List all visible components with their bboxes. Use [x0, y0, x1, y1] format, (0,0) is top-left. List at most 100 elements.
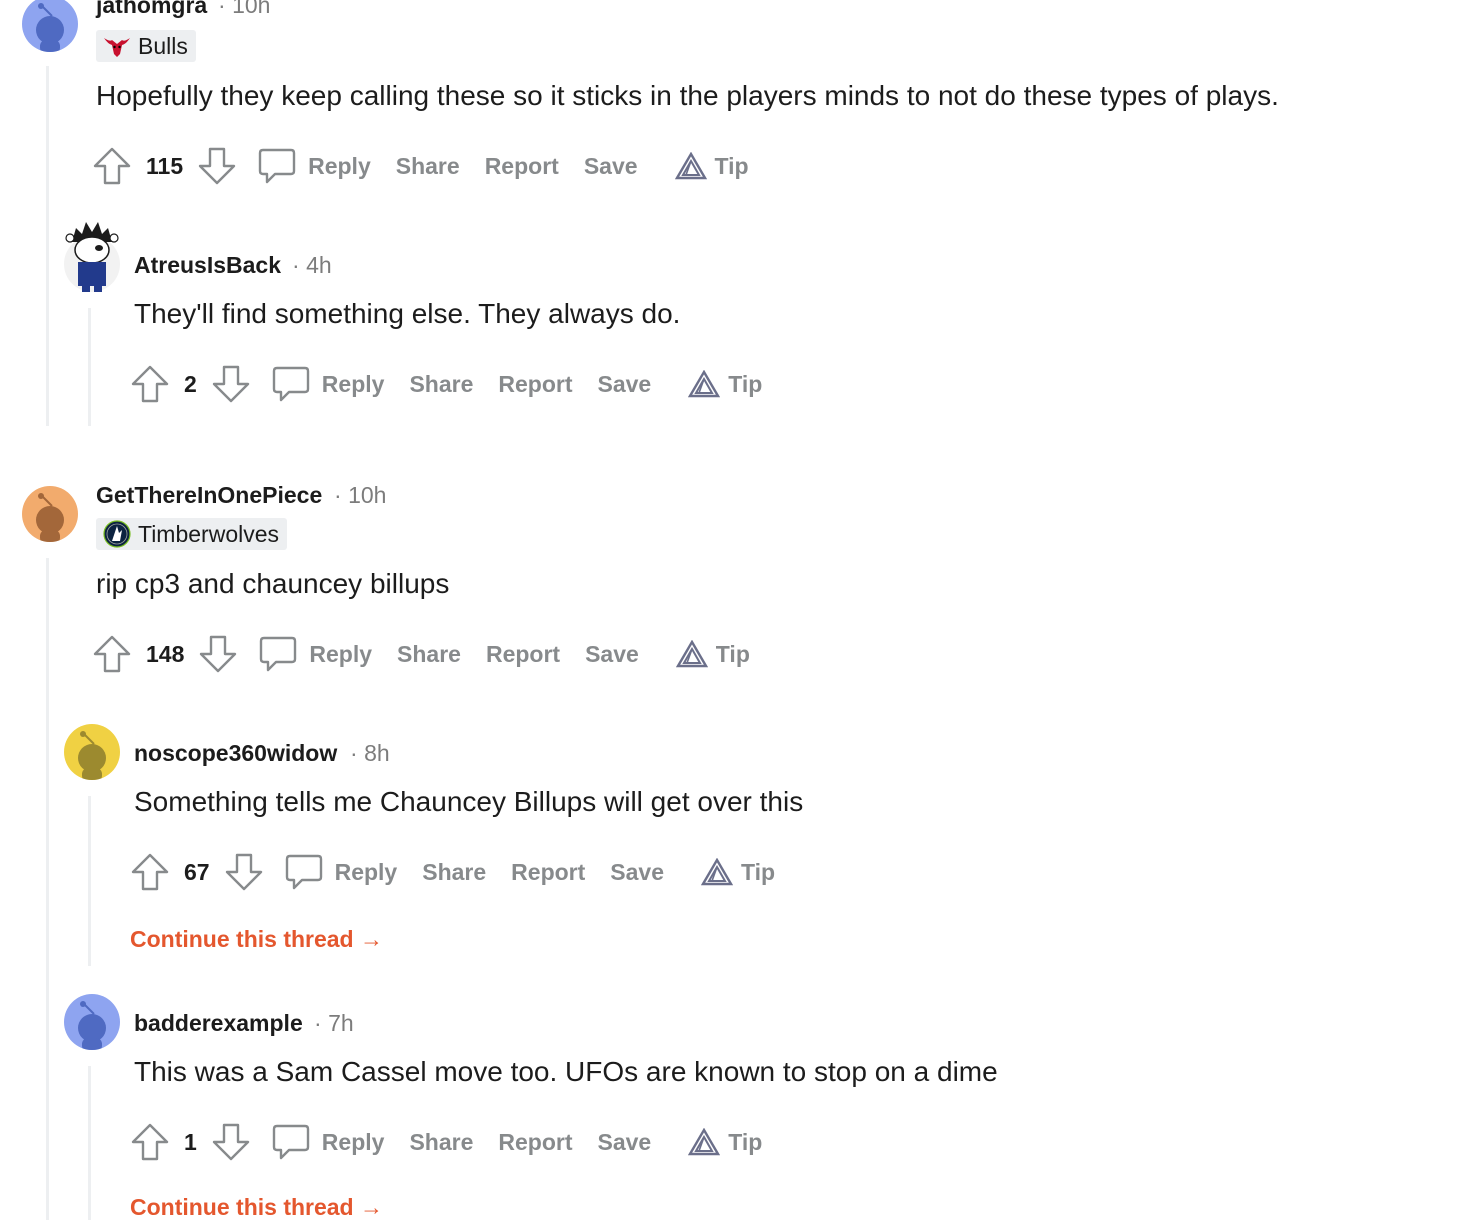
thread-line[interactable] — [46, 66, 49, 426]
upvote-icon[interactable] — [130, 852, 170, 892]
downvote-icon[interactable] — [198, 634, 238, 674]
flair-label: Bulls — [138, 32, 188, 59]
avatar[interactable] — [22, 0, 78, 52]
separator: · — [218, 0, 226, 18]
downvote-icon[interactable] — [197, 146, 237, 186]
reply-button[interactable]: Reply — [258, 634, 397, 674]
save-button[interactable]: Save — [584, 153, 638, 180]
vote-count: 1 — [184, 1128, 197, 1155]
comment-actions: 1 Reply Share Report Save Tip — [130, 1122, 762, 1162]
comment-bubble-icon — [258, 148, 296, 184]
tip-label: Tip — [715, 640, 750, 667]
thread-line[interactable] — [46, 558, 49, 1220]
separator: · — [314, 1010, 322, 1036]
save-button[interactable]: Save — [598, 1129, 652, 1156]
comment-meta: · 8h — [350, 740, 390, 767]
snoo-avatar-icon — [78, 1001, 106, 1050]
upvote-icon[interactable] — [92, 634, 132, 674]
tip-triangle-icon — [688, 1128, 721, 1156]
upvote-icon[interactable] — [92, 146, 132, 186]
thread-line[interactable] — [88, 308, 91, 426]
comment-body: rip cp3 and chauncey billups — [96, 568, 450, 599]
share-button[interactable]: Share — [422, 859, 486, 886]
report-button[interactable]: Report — [486, 641, 560, 668]
reply-button[interactable]: Reply — [257, 146, 396, 186]
avatar[interactable] — [64, 724, 120, 780]
bulls-logo-icon — [102, 33, 132, 59]
comment-meta: · 10h — [218, 0, 270, 19]
comment-body: They'll find something else. They always… — [134, 298, 681, 329]
flair-label: Timberwolves — [138, 520, 280, 547]
continue-thread-link[interactable]: Continue this thread → — [130, 926, 383, 953]
comment-username[interactable]: jathomgra — [96, 0, 207, 19]
comment-username[interactable]: AtreusIsBack — [134, 252, 281, 279]
comment-username[interactable]: GetThereInOnePiece — [96, 482, 322, 509]
vote-count: 2 — [184, 370, 197, 397]
snoo-avatar-icon — [78, 731, 106, 780]
downvote-icon[interactable] — [224, 852, 264, 892]
comment-body: Something tells me Chauncey Billups will… — [134, 786, 804, 817]
thread-line[interactable] — [88, 1066, 91, 1220]
comment-actions: 115 Reply Share Report Save Tip — [92, 146, 749, 186]
report-button[interactable]: Report — [485, 153, 559, 180]
share-button[interactable]: Share — [397, 641, 461, 668]
comment-time[interactable]: 8h — [364, 740, 390, 766]
tip-button[interactable]: Tip — [688, 370, 762, 398]
comment-time[interactable]: 10h — [348, 482, 386, 508]
separator: · — [350, 740, 358, 766]
reply-label: Reply — [321, 370, 385, 397]
reply-button[interactable]: Reply — [284, 852, 423, 892]
save-button[interactable]: Save — [610, 859, 664, 886]
tip-button[interactable]: Tip — [688, 1128, 762, 1156]
comment-username[interactable]: noscope360widow — [134, 740, 337, 767]
downvote-icon[interactable] — [211, 364, 251, 404]
vote-count: 115 — [146, 152, 184, 179]
tip-button[interactable]: Tip — [674, 152, 749, 180]
save-button[interactable]: Save — [598, 371, 652, 398]
upvote-icon[interactable] — [130, 364, 170, 404]
separator: · — [292, 252, 300, 278]
vote-count: 67 — [184, 858, 210, 885]
report-button[interactable]: Report — [498, 1129, 572, 1156]
upvote-icon[interactable] — [130, 1122, 170, 1162]
reply-label: Reply — [321, 1128, 385, 1155]
comment-meta: · 4h — [292, 252, 332, 279]
snoo-avatar-icon — [36, 493, 64, 542]
comment-meta: · 7h — [314, 1010, 354, 1037]
reply-label: Reply — [334, 858, 398, 885]
comment-actions: 2 Reply Share Report Save Tip — [130, 364, 762, 404]
save-button[interactable]: Save — [585, 641, 639, 668]
separator: · — [334, 482, 342, 508]
user-flair: Timberwolves — [96, 518, 288, 550]
share-button[interactable]: Share — [396, 153, 460, 180]
avatar[interactable] — [22, 486, 78, 542]
report-button[interactable]: Report — [498, 371, 572, 398]
comment-bubble-icon — [272, 366, 309, 402]
tip-triangle-icon — [674, 152, 707, 180]
report-button[interactable]: Report — [511, 859, 585, 886]
custom-avatar-icon — [64, 222, 120, 292]
reply-button[interactable]: Reply — [271, 364, 410, 404]
comment-actions: 67 Reply Share Report Save Tip — [130, 852, 775, 892]
share-button[interactable]: Share — [409, 371, 473, 398]
continue-thread-link[interactable]: Continue this thread → — [130, 1194, 383, 1221]
vote-count: 148 — [146, 640, 185, 667]
snoo-avatar-icon — [36, 3, 64, 52]
share-button[interactable]: Share — [409, 1129, 473, 1156]
tip-button[interactable]: Tip — [675, 640, 750, 668]
tip-button[interactable]: Tip — [701, 858, 775, 886]
avatar[interactable] — [62, 216, 122, 296]
avatar[interactable] — [64, 994, 120, 1050]
comment-time[interactable]: 4h — [306, 252, 332, 278]
comment-actions: 148 Reply Share Report Save Tip — [92, 634, 750, 674]
downvote-icon[interactable] — [211, 1122, 251, 1162]
comment-time[interactable]: 7h — [328, 1010, 354, 1036]
comment-username[interactable]: badderexample — [134, 1010, 303, 1037]
reply-button[interactable]: Reply — [271, 1122, 410, 1162]
tip-label: Tip — [728, 370, 763, 397]
thread-line[interactable] — [88, 796, 91, 966]
comment-body: Hopefully they keep calling these so it … — [96, 80, 1279, 111]
user-flair: Bulls — [96, 30, 196, 62]
comment-time[interactable]: 10h — [232, 0, 270, 18]
tip-label: Tip — [741, 858, 776, 885]
